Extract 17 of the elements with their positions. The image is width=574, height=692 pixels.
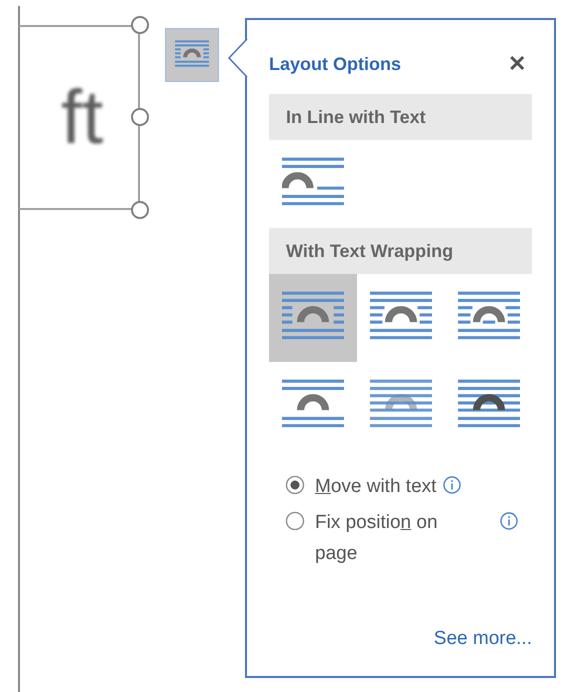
- square-wrap-icon: [175, 40, 209, 70]
- section-header: In Line with Text: [269, 94, 532, 140]
- section-header: With Text Wrapping: [269, 228, 532, 274]
- resize-handle[interactable]: [130, 15, 150, 35]
- panel-title: Layout Options: [269, 54, 401, 74]
- resize-handle[interactable]: [130, 200, 150, 220]
- document-text: ft: [61, 80, 104, 156]
- info-icon[interactable]: [442, 475, 462, 495]
- see-more-link[interactable]: See more...: [434, 628, 532, 650]
- resize-handle[interactable]: [130, 107, 150, 127]
- radio-button[interactable]: [285, 511, 305, 532]
- radio-label[interactable]: Fix position on page: [315, 508, 475, 570]
- radio-label[interactable]: Move with text: [315, 472, 436, 502]
- radio-button[interactable]: [285, 475, 305, 495]
- close-button[interactable]: ✕: [502, 51, 532, 77]
- layout-options-button[interactable]: [165, 28, 219, 82]
- info-icon[interactable]: [499, 511, 519, 532]
